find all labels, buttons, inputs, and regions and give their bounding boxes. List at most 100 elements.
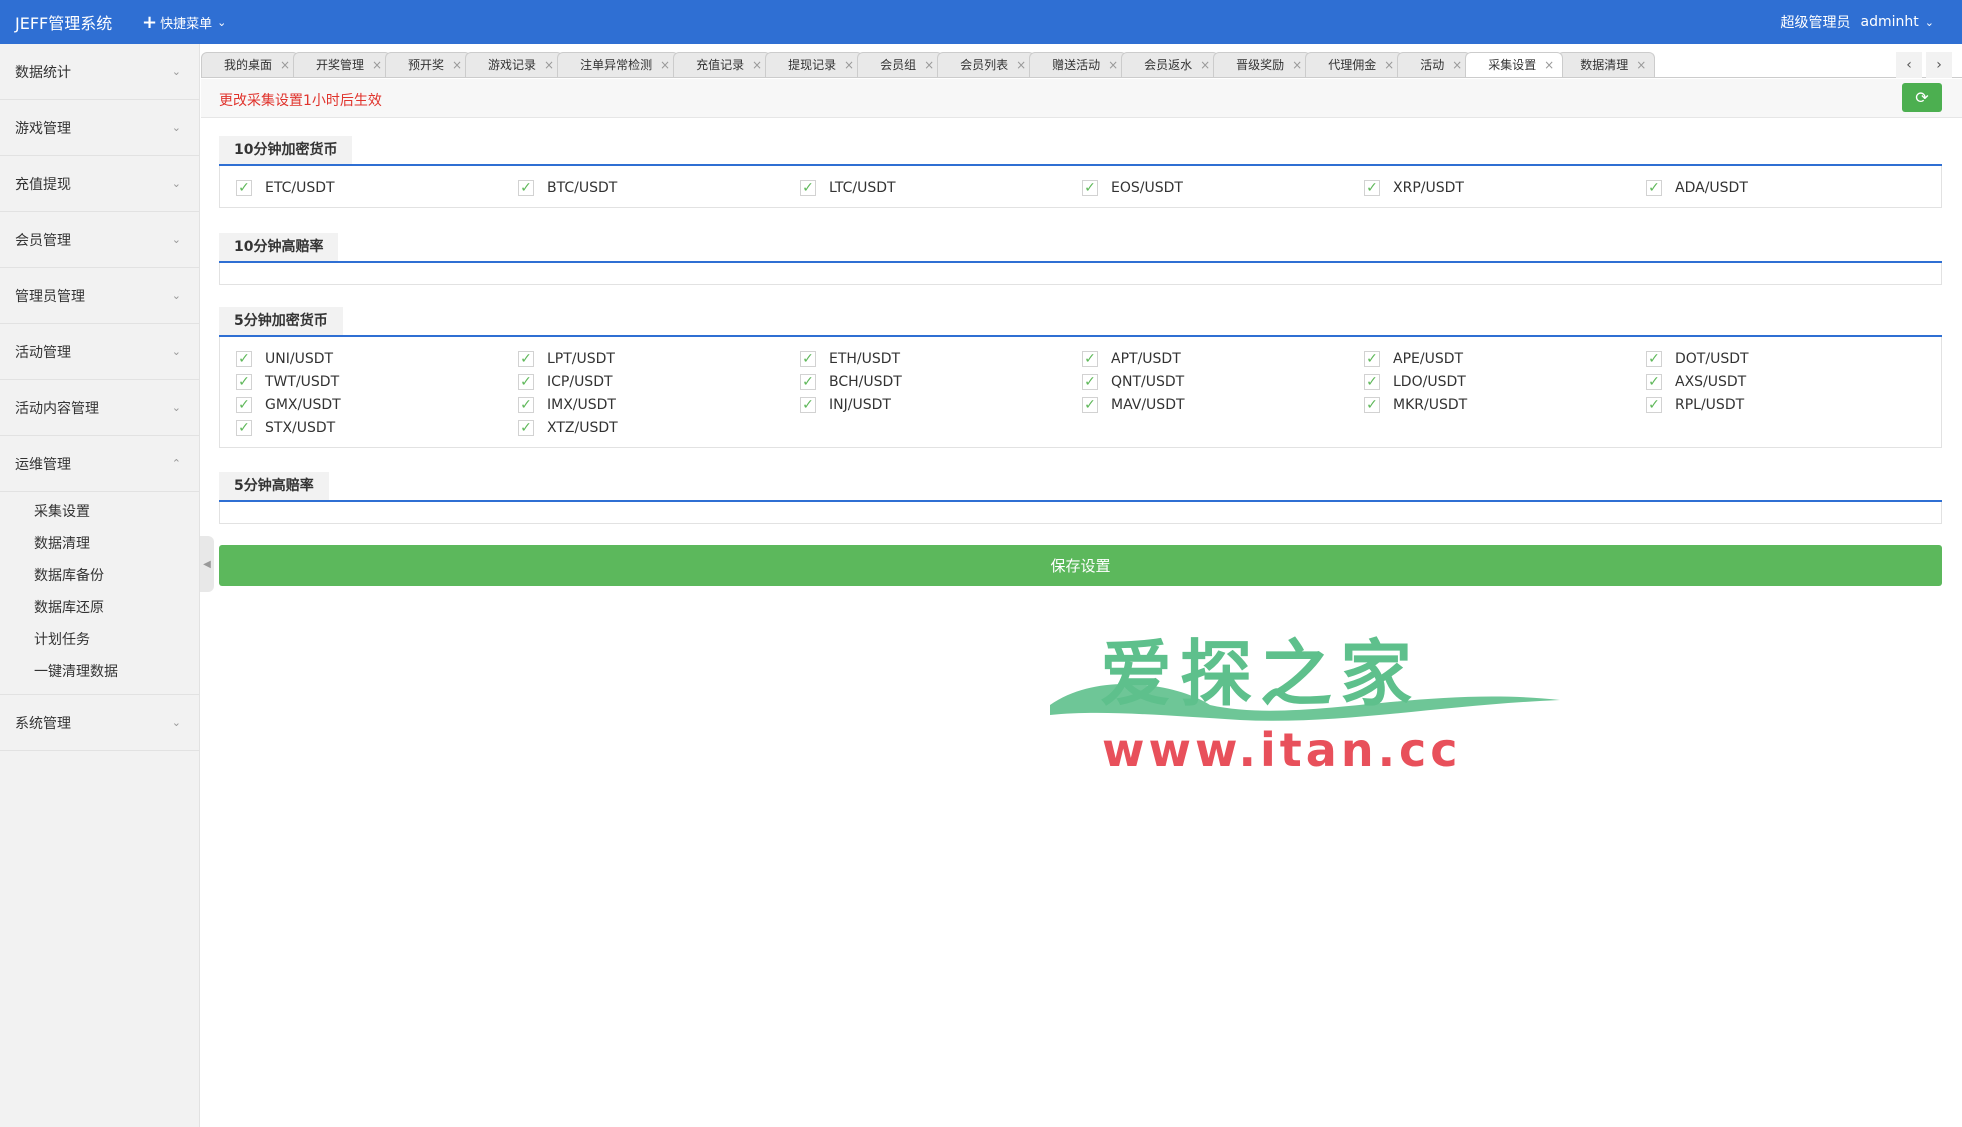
submenu-item-one-click-clear[interactable]: 一键清理数据 — [0, 656, 199, 688]
checkbox-item[interactable]: ✓ STX/USDT — [220, 416, 502, 439]
close-icon[interactable]: × — [924, 53, 934, 78]
checkbox-checked-icon[interactable]: ✓ — [1364, 179, 1380, 196]
checkbox-checked-icon[interactable]: ✓ — [518, 419, 534, 436]
checkbox-checked-icon[interactable]: ✓ — [1082, 350, 1098, 367]
checkbox-item[interactable]: ✓ DOT/USDT — [1630, 347, 1912, 370]
tab-14[interactable]: 采集设置 × — [1465, 52, 1564, 78]
checkbox-checked-icon[interactable]: ✓ — [1082, 179, 1098, 196]
checkbox-checked-icon[interactable]: ✓ — [236, 396, 252, 413]
close-icon[interactable]: × — [844, 53, 854, 78]
tab-scroll-right-icon[interactable]: › — [1926, 52, 1952, 78]
checkbox-item[interactable]: ✓ LDO/USDT — [1348, 370, 1630, 393]
checkbox-item[interactable]: ✓ XTZ/USDT — [502, 416, 784, 439]
submenu-item-db-restore[interactable]: 数据库还原 — [0, 592, 199, 624]
checkbox-checked-icon[interactable]: ✓ — [518, 179, 534, 196]
close-icon[interactable]: × — [752, 53, 762, 78]
tab-1[interactable]: 开奖管理 × — [293, 52, 392, 78]
user-menu[interactable]: 超级管理员 adminht ⌄ — [1781, 0, 1934, 44]
close-icon[interactable]: × — [452, 53, 462, 78]
tab-2[interactable]: 预开奖 × — [385, 52, 472, 78]
close-icon[interactable]: × — [660, 53, 670, 78]
tab-4[interactable]: 注单异常检测 × — [557, 52, 680, 78]
tab-9[interactable]: 赠送活动 × — [1029, 52, 1128, 77]
checkbox-item[interactable]: ✓ APE/USDT — [1348, 347, 1630, 370]
checkbox-item[interactable]: ✓ MKR/USDT — [1348, 393, 1630, 416]
checkbox-item[interactable]: ✓ QNT/USDT — [1066, 370, 1348, 393]
checkbox-checked-icon[interactable]: ✓ — [1082, 396, 1098, 413]
checkbox-checked-icon[interactable]: ✓ — [236, 179, 252, 196]
tab-15[interactable]: 数据清理 × — [1557, 52, 1656, 78]
checkbox-checked-icon[interactable]: ✓ — [1364, 373, 1380, 390]
tab-11[interactable]: 晋级奖励 × — [1213, 52, 1312, 78]
checkbox-item[interactable]: ✓ RPL/USDT — [1630, 393, 1912, 416]
submenu-item-db-backup[interactable]: 数据库备份 — [0, 560, 199, 592]
checkbox-checked-icon[interactable]: ✓ — [1646, 350, 1662, 367]
sidebar-item-deposit-withdraw[interactable]: 充值提现 ⌄ — [0, 156, 199, 212]
checkbox-checked-icon[interactable]: ✓ — [518, 396, 534, 413]
checkbox-checked-icon[interactable]: ✓ — [236, 419, 252, 436]
tab-10[interactable]: 会员返水 × — [1121, 52, 1220, 78]
sidebar-item-system[interactable]: 系统管理 ⌄ — [0, 695, 199, 751]
checkbox-checked-icon[interactable]: ✓ — [518, 373, 534, 390]
checkbox-item[interactable]: ✓ ICP/USDT — [502, 370, 784, 393]
checkbox-item[interactable]: ✓ INJ/USDT — [784, 393, 1066, 416]
sidebar-item-games[interactable]: 游戏管理 ⌄ — [0, 100, 199, 156]
checkbox-item[interactable]: ✓ BTC/USDT — [502, 176, 784, 199]
checkbox-item[interactable]: ✓ GMX/USDT — [220, 393, 502, 416]
sidebar-item-ops[interactable]: 运维管理 ⌃ — [0, 436, 199, 492]
close-icon[interactable]: × — [1016, 53, 1026, 78]
checkbox-item[interactable]: ✓ APT/USDT — [1066, 347, 1348, 370]
tab-13[interactable]: 活动 × — [1397, 52, 1472, 78]
checkbox-checked-icon[interactable]: ✓ — [1082, 373, 1098, 390]
checkbox-checked-icon[interactable]: ✓ — [800, 396, 816, 413]
checkbox-item[interactable]: ✓ TWT/USDT — [220, 370, 502, 393]
submenu-item-scheduled-tasks[interactable]: 计划任务 — [0, 624, 199, 656]
checkbox-item[interactable]: ✓ ETH/USDT — [784, 347, 1066, 370]
refresh-button[interactable]: ⟳ — [1902, 83, 1942, 112]
submenu-item-collect-settings[interactable]: 采集设置 — [0, 496, 199, 528]
sidebar-item-activity-content[interactable]: 活动内容管理 ⌄ — [0, 380, 199, 436]
close-icon[interactable]: × — [1292, 53, 1302, 78]
checkbox-item[interactable]: ✓ MAV/USDT — [1066, 393, 1348, 416]
checkbox-checked-icon[interactable]: ✓ — [800, 179, 816, 196]
tab-12[interactable]: 代理佣金 × — [1305, 52, 1404, 78]
checkbox-checked-icon[interactable]: ✓ — [800, 373, 816, 390]
close-icon[interactable]: × — [1636, 53, 1646, 78]
checkbox-item[interactable]: ✓ XRP/USDT — [1348, 176, 1630, 199]
sidebar-collapse-handle[interactable]: ◀ — [200, 536, 214, 592]
checkbox-checked-icon[interactable]: ✓ — [800, 350, 816, 367]
checkbox-checked-icon[interactable]: ✓ — [1646, 373, 1662, 390]
checkbox-item[interactable]: ✓ BCH/USDT — [784, 370, 1066, 393]
close-icon[interactable]: × — [544, 53, 554, 78]
checkbox-checked-icon[interactable]: ✓ — [1646, 396, 1662, 413]
checkbox-item[interactable]: ✓ UNI/USDT — [220, 347, 502, 370]
sidebar-item-admins[interactable]: 管理员管理 ⌄ — [0, 268, 199, 324]
close-icon[interactable]: × — [1200, 53, 1210, 78]
close-icon[interactable]: × — [1384, 53, 1394, 78]
checkbox-item[interactable]: ✓ AXS/USDT — [1630, 370, 1912, 393]
tab-0[interactable]: 我的桌面 × — [201, 52, 300, 78]
checkbox-item[interactable]: ✓ EOS/USDT — [1066, 176, 1348, 199]
tab-7[interactable]: 会员组 × — [857, 52, 944, 78]
tab-5[interactable]: 充值记录 × — [673, 52, 772, 78]
save-settings-button[interactable]: 保存设置 — [219, 545, 1942, 586]
close-icon[interactable]: × — [1452, 53, 1462, 78]
sidebar-item-activities[interactable]: 活动管理 ⌄ — [0, 324, 199, 380]
tab-3[interactable]: 游戏记录 × — [465, 52, 564, 78]
checkbox-checked-icon[interactable]: ✓ — [518, 350, 534, 367]
close-icon[interactable]: × — [372, 53, 382, 78]
checkbox-checked-icon[interactable]: ✓ — [236, 373, 252, 390]
checkbox-checked-icon[interactable]: ✓ — [1364, 396, 1380, 413]
sidebar-item-stats[interactable]: 数据统计 ⌄ — [0, 44, 199, 100]
checkbox-item[interactable]: ✓ LPT/USDT — [502, 347, 784, 370]
submenu-item-data-cleanup[interactable]: 数据清理 — [0, 528, 199, 560]
checkbox-item[interactable]: ✓ ADA/USDT — [1630, 176, 1912, 199]
tab-6[interactable]: 提现记录 × — [765, 52, 864, 78]
quick-menu-button[interactable]: + 快捷菜单 ⌄ — [142, 12, 226, 33]
close-icon[interactable]: × — [280, 53, 290, 78]
checkbox-checked-icon[interactable]: ✓ — [1646, 179, 1662, 196]
close-icon[interactable]: × — [1544, 53, 1554, 78]
tab-scroll-left-icon[interactable]: ‹ — [1896, 52, 1922, 78]
sidebar-item-members[interactable]: 会员管理 ⌄ — [0, 212, 199, 268]
checkbox-item[interactable]: ✓ ETC/USDT — [220, 176, 502, 199]
